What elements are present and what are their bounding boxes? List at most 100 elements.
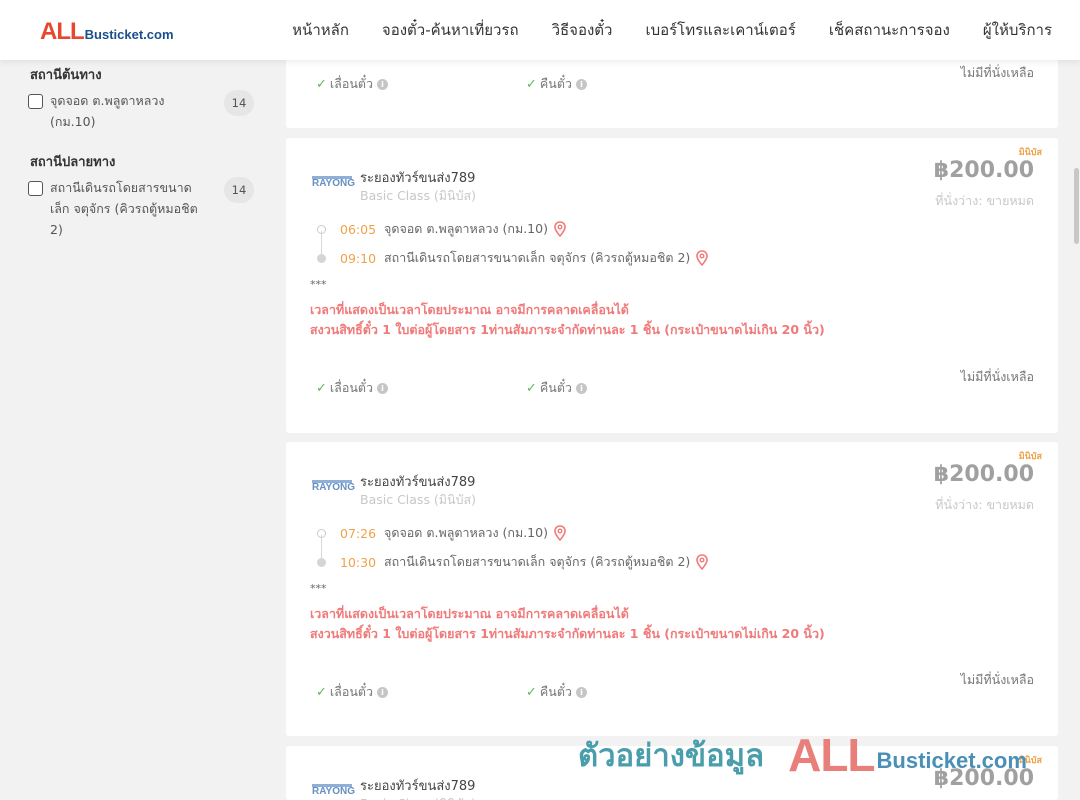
refund-option[interactable]: ✓ คืนตั๋ว i (526, 682, 587, 702)
nav-home[interactable]: หน้าหลัก (292, 18, 349, 42)
seat-availability: ที่นั่งว่าง: ขายหมด (935, 497, 1034, 512)
filter-sidebar: สถานีต้นทาง จุดจอด ต.พลูตาหลวง (กม.10) 1… (0, 60, 270, 800)
logo-domain-text: Busticket.com (84, 27, 174, 42)
departure-stop-name: จุดจอด ต.พลูตาหลวง (กม.10) (384, 221, 548, 236)
reschedule-label: เลื่อนตั๋ว (329, 380, 374, 395)
destination-option-label: สถานีเดินรถโดยสารขนาดเล็ก จตุจักร (คิวรถ… (50, 180, 198, 237)
destination-checkbox[interactable] (28, 181, 43, 196)
check-icon: ✓ (316, 684, 327, 700)
arrival-stop-name: สถานีเดินรถโดยสารขนาดเล็ก จตุจักร (คิวรถ… (384, 250, 691, 265)
reschedule-option[interactable]: ✓ เลื่อนตั๋ว i (316, 682, 389, 702)
luggage-note: สงวนสิทธิ์ตั๋ว 1 ใบต่อผู้โดยสาร 1ท่านสัม… (310, 626, 825, 641)
info-icon[interactable]: i (377, 382, 389, 394)
bus-class: Basic Class (มินิบัส) (360, 492, 477, 507)
info-icon[interactable]: i (575, 382, 587, 394)
departure-stop-name: จุดจอด ต.พลูตาหลวง (กม.10) (384, 525, 548, 540)
map-pin-icon[interactable] (696, 250, 709, 266)
info-icon[interactable]: i (575, 686, 587, 698)
reschedule-label: เลื่อนตั๋ว (329, 76, 374, 91)
departure-stop: 06:05 จุดจอด ต.พลูตาหลวง (กม.10) (340, 219, 566, 239)
scroll-thumb[interactable] (1074, 168, 1079, 244)
main-nav: หน้าหลัก จองตั๋ว-ค้นหาเที่ยวรถ วิธีจองตั… (259, 0, 1052, 60)
watermark-thai-text: ตัวอย่างข้อมูล (578, 738, 765, 774)
note-stars: *** (310, 582, 327, 595)
info-icon[interactable]: i (377, 686, 389, 698)
nav-how-to-book[interactable]: วิธีจองตั๋ว (552, 18, 613, 42)
departure-time: 06:05 (340, 221, 377, 237)
map-pin-icon[interactable] (554, 525, 566, 541)
info-icon[interactable]: i (377, 78, 389, 90)
map-pin-icon[interactable] (696, 554, 709, 570)
nav-check-status[interactable]: เช็คสถานะการจอง (829, 18, 950, 42)
top-header: ALL Busticket.com หน้าหลัก จองตั๋ว-ค้นหา… (0, 0, 1080, 60)
refund-option[interactable]: ✓ คืนตั๋ว i (526, 378, 587, 398)
refund-label: คืนตั๋ว (539, 76, 572, 91)
operator-logo: RAYONG (312, 174, 355, 196)
page-scrollbar[interactable] (1072, 60, 1080, 800)
map-pin-icon[interactable] (554, 221, 566, 237)
departure-stop: 07:26 จุดจอด ต.พลูตาหลวง (กม.10) (340, 523, 566, 543)
arrival-time: 10:30 (340, 554, 377, 570)
arrival-stop: 09:10 สถานีเดินรถโดยสารขนาดเล็ก จตุจักร … (340, 248, 709, 268)
trip-card[interactable]: มินิบัส RAYONG ระยองทัวร์ขนส่ง789 Basic … (286, 442, 1058, 736)
nav-book-search[interactable]: จองตั๋ว-ค้นหาเที่ยวรถ (382, 18, 519, 42)
reschedule-label: เลื่อนตั๋ว (329, 684, 374, 699)
luggage-note: สงวนสิทธิ์ตั๋ว 1 ใบต่อผู้โดยสาร 1ท่านสัม… (310, 322, 825, 337)
check-icon: ✓ (526, 76, 537, 92)
nav-operators[interactable]: ผู้ให้บริการ (983, 18, 1052, 42)
time-note: เวลาที่แสดงเป็นเวลาโดยประมาณ อาจมีการคลา… (310, 606, 629, 621)
seat-availability: ที่นั่งว่าง: ขายหมด (935, 193, 1034, 208)
operator-logo-text: RAYONG (312, 786, 355, 797)
arrival-dot (317, 254, 326, 263)
operator-logo: RAYONG (312, 782, 355, 800)
operator-name: ระยองทัวร์ขนส่ง789 (360, 171, 476, 186)
no-seat-text: ไม่มีที่นั่งเหลือ (960, 369, 1034, 384)
route-line (321, 231, 322, 255)
check-icon: ✓ (316, 76, 327, 92)
minibus-badge: มินิบัส (1018, 452, 1042, 462)
destination-option-count: 14 (224, 177, 254, 203)
operator-name: ระยองทัวร์ขนส่ง789 (360, 475, 476, 490)
reschedule-option[interactable]: ✓ เลื่อนตั๋ว i (316, 74, 389, 94)
reschedule-option[interactable]: ✓ เลื่อนตั๋ว i (316, 378, 389, 398)
check-icon: ✓ (526, 684, 537, 700)
origin-checkbox[interactable] (28, 94, 43, 109)
arrival-stop: 10:30 สถานีเดินรถโดยสารขนาดเล็ก จตุจักร … (340, 552, 709, 572)
arrival-stop-name: สถานีเดินรถโดยสารขนาดเล็ก จตุจักร (คิวรถ… (384, 554, 691, 569)
refund-option[interactable]: ✓ คืนตั๋ว i (526, 74, 587, 94)
origin-option-count: 14 (224, 90, 254, 116)
no-seat-text: ไม่มีที่นั่งเหลือ (960, 65, 1034, 80)
watermark-all-text: ALL (788, 729, 875, 781)
operator-logo-text: RAYONG (312, 482, 355, 493)
destination-filter-title: สถานีปลายทาง (30, 155, 116, 170)
check-icon: ✓ (316, 380, 327, 396)
minibus-badge: มินิบัส (1018, 148, 1042, 158)
bus-class: Basic Class (มินิบัส) (360, 188, 477, 203)
note-stars: *** (310, 278, 327, 291)
refund-label: คืนตั๋ว (539, 684, 572, 699)
operator-name: ระยองทัวร์ขนส่ง789 (360, 779, 476, 794)
arrival-dot (317, 558, 326, 567)
info-icon[interactable]: i (575, 78, 587, 90)
ticket-price: ฿200.00 (933, 158, 1034, 183)
bus-class: Basic Class (มินิบัส) (360, 794, 476, 800)
no-seat-text: ไม่มีที่นั่งเหลือ (960, 672, 1034, 687)
watermark-domain-text: Busticket.com (876, 748, 1027, 773)
operator-logo: RAYONG (312, 478, 355, 500)
logo-all-text: ALL (40, 18, 85, 45)
route-line (321, 535, 322, 559)
check-icon: ✓ (526, 380, 537, 396)
arrival-time: 09:10 (340, 250, 377, 266)
destination-filter-option[interactable]: สถานีเดินรถโดยสารขนาดเล็ก จตุจักร (คิวรถ… (28, 177, 254, 240)
trip-card[interactable]: มินิบัส RAYONG ระยองทัวร์ขนส่ง789 Basic … (286, 138, 1058, 433)
origin-filter-title: สถานีต้นทาง (30, 68, 102, 83)
sample-data-watermark: ตัวอย่างข้อมูล ALL Busticket.com (578, 728, 1027, 782)
origin-option-label: จุดจอด ต.พลูตาหลวง (กม.10) (50, 93, 165, 129)
origin-filter-option[interactable]: จุดจอด ต.พลูตาหลวง (กม.10) 14 (28, 90, 254, 132)
ticket-price: ฿200.00 (933, 462, 1034, 487)
operator-logo-text: RAYONG (312, 178, 355, 189)
nav-phone-counter[interactable]: เบอร์โทรและเคาน์เตอร์ (645, 18, 795, 42)
time-note: เวลาที่แสดงเป็นเวลาโดยประมาณ อาจมีการคลา… (310, 302, 629, 317)
refund-label: คืนตั๋ว (539, 380, 572, 395)
brand-logo[interactable]: ALL Busticket.com (40, 18, 174, 46)
